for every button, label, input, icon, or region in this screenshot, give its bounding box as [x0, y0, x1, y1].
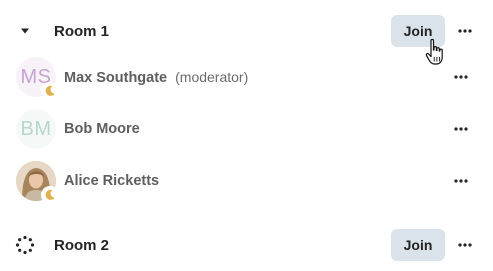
avatar-photo	[16, 161, 59, 204]
more-options-button[interactable]	[455, 21, 475, 41]
more-options-button[interactable]	[455, 235, 475, 255]
more-icon	[454, 75, 468, 79]
participant-name-text: Max Southgate	[64, 69, 168, 86]
more-icon	[458, 243, 472, 247]
participant-name: Max Southgate (moderator)	[64, 69, 248, 86]
moon-icon	[41, 82, 59, 100]
caret-down-icon	[21, 28, 29, 34]
loading-spinner-icon	[15, 235, 35, 255]
participant-role: (moderator)	[175, 68, 249, 85]
more-icon	[458, 29, 472, 33]
avatar: BM	[16, 109, 56, 149]
moon-icon	[41, 186, 59, 204]
avatar-initials: BM	[20, 117, 52, 140]
room-row-1[interactable]: Room 1 Join	[0, 9, 493, 53]
participant-row[interactable]: Alice Ricketts	[0, 155, 493, 207]
room-row-2[interactable]: Room 2 Join	[0, 223, 493, 267]
more-icon	[454, 127, 468, 131]
participant-row[interactable]: MS Max Southgate (moderator)	[0, 51, 493, 103]
more-icon	[454, 179, 468, 183]
participant-name: Bob Moore	[64, 121, 140, 137]
collapse-toggle[interactable]	[0, 27, 54, 35]
participant-name: Alice Ricketts	[64, 173, 160, 189]
more-options-button[interactable]	[451, 67, 471, 87]
avatar: MS	[16, 57, 59, 100]
join-button[interactable]: Join	[391, 229, 445, 261]
more-options-button[interactable]	[451, 119, 471, 139]
loading-indicator	[0, 235, 54, 255]
hand-pointer-cursor-icon	[425, 38, 443, 65]
more-options-button[interactable]	[451, 171, 471, 191]
participant-row[interactable]: BM Bob Moore	[0, 103, 493, 155]
